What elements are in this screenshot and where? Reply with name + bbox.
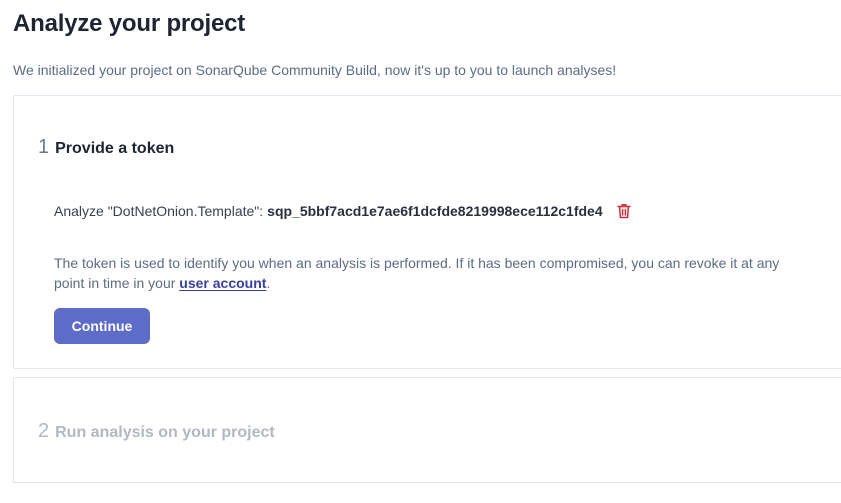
page-subtitle: We initialized your project on SonarQube… xyxy=(13,62,617,78)
continue-button[interactable]: Continue xyxy=(54,308,150,344)
step-number: 1 xyxy=(38,136,50,158)
page-title: Analyze your project xyxy=(13,10,246,37)
step-number: 2 xyxy=(38,420,50,442)
step-header: 2 Run analysis on your project xyxy=(38,420,275,443)
token-line: Analyze "DotNetOnion.Template": sqp_5bbf… xyxy=(54,202,633,220)
delete-token-button[interactable] xyxy=(615,202,633,220)
step-header: 1 Provide a token xyxy=(38,136,174,159)
help-text-before: The token is used to identify you when a… xyxy=(54,255,780,291)
trash-icon xyxy=(616,204,631,219)
token-value: sqp_5bbf7acd1e7ae6f1dcfde8219998ece112c1… xyxy=(267,203,603,219)
help-text-after: . xyxy=(266,275,271,291)
step-run-analysis: 2 Run analysis on your project xyxy=(13,377,841,483)
step-title: Provide a token xyxy=(55,140,175,157)
step-provide-token: 1 Provide a token Analyze "DotNetOnion.T… xyxy=(13,95,841,369)
step-title: Run analysis on your project xyxy=(55,424,275,441)
token-label: Analyze "DotNetOnion.Template": xyxy=(54,203,264,219)
user-account-link[interactable]: user account xyxy=(179,275,266,291)
token-help-text: The token is used to identify you when a… xyxy=(54,253,784,293)
